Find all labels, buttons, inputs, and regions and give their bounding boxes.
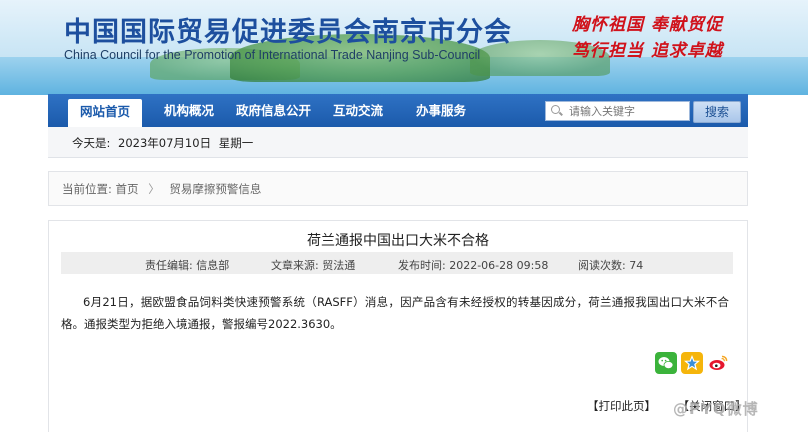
site-title: 中国国际贸易促进委员会南京市分会 xyxy=(64,17,512,48)
article-source: 文章来源: 贸法通 xyxy=(271,259,356,272)
search-icon xyxy=(551,105,563,117)
article-views: 阅读次数: 74 xyxy=(578,259,644,272)
slogan-line-1: 胸怀祖国 奉献贸促 xyxy=(572,15,723,35)
article-body: 6月21日，据欧盟食品饲料类快速预警系统（RASFF）消息，因产品含有未经授权的… xyxy=(61,295,729,331)
article-title: 荷兰通报中国出口大米不合格 xyxy=(307,233,489,249)
print-page-button[interactable]: 【打印此页】 xyxy=(587,399,656,413)
nav-item-about[interactable]: 机构概况 xyxy=(164,94,214,127)
today-weekday: 星期一 xyxy=(218,136,254,150)
main-nav: 网站首页 机构概况 政府信息公开 互动交流 办事服务 搜索 xyxy=(48,94,748,127)
weibo-icon[interactable] xyxy=(707,352,729,374)
breadcrumb-label: 当前位置: xyxy=(62,182,112,196)
search-box xyxy=(545,101,690,121)
article-meta: 责任编辑: 信息部 文章来源: 贸法通 发布时间: 2022-06-28 09:… xyxy=(61,252,733,274)
article-panel: 荷兰通报中国出口大米不合格 责任编辑: 信息部 文章来源: 贸法通 发布时间: … xyxy=(48,220,748,432)
nav-item-home[interactable]: 网站首页 xyxy=(68,99,143,127)
slogan-line-2: 笃行担当 追求卓越 xyxy=(572,41,723,61)
search-button[interactable]: 搜索 xyxy=(693,101,741,123)
header-banner: 中国国际贸易促进委员会南京市分会 China Council for the P… xyxy=(0,0,808,95)
qzone-icon[interactable] xyxy=(681,352,703,374)
today-date: 今天是: 2023年07月10日 星期一 xyxy=(72,135,257,151)
article-editor: 责任编辑: 信息部 xyxy=(145,259,230,272)
date-bar: 今天是: 2023年07月10日 星期一 xyxy=(48,127,748,158)
watermark: @PYQ微博 xyxy=(673,400,759,418)
breadcrumb-separator: 〉 xyxy=(148,182,160,196)
today-date-value: 2023年07月10日 xyxy=(118,136,212,150)
breadcrumb-home-link[interactable]: 首页 xyxy=(116,182,139,196)
nav-item-services[interactable]: 办事服务 xyxy=(416,94,466,127)
nav-item-gov-info[interactable]: 政府信息公开 xyxy=(236,94,311,127)
breadcrumb-current-link[interactable]: 贸易摩擦预警信息 xyxy=(169,182,261,196)
search-input[interactable] xyxy=(569,103,679,119)
site-title-english: China Council for the Promotion of Inter… xyxy=(64,48,481,62)
article-published: 发布时间: 2022-06-28 09:58 xyxy=(398,259,549,272)
today-prefix: 今天是: xyxy=(72,136,111,150)
nav-item-interaction[interactable]: 互动交流 xyxy=(333,94,383,127)
wechat-icon[interactable] xyxy=(655,352,677,374)
breadcrumb: 当前位置: 首页 〉 贸易摩擦预警信息 xyxy=(48,171,748,206)
